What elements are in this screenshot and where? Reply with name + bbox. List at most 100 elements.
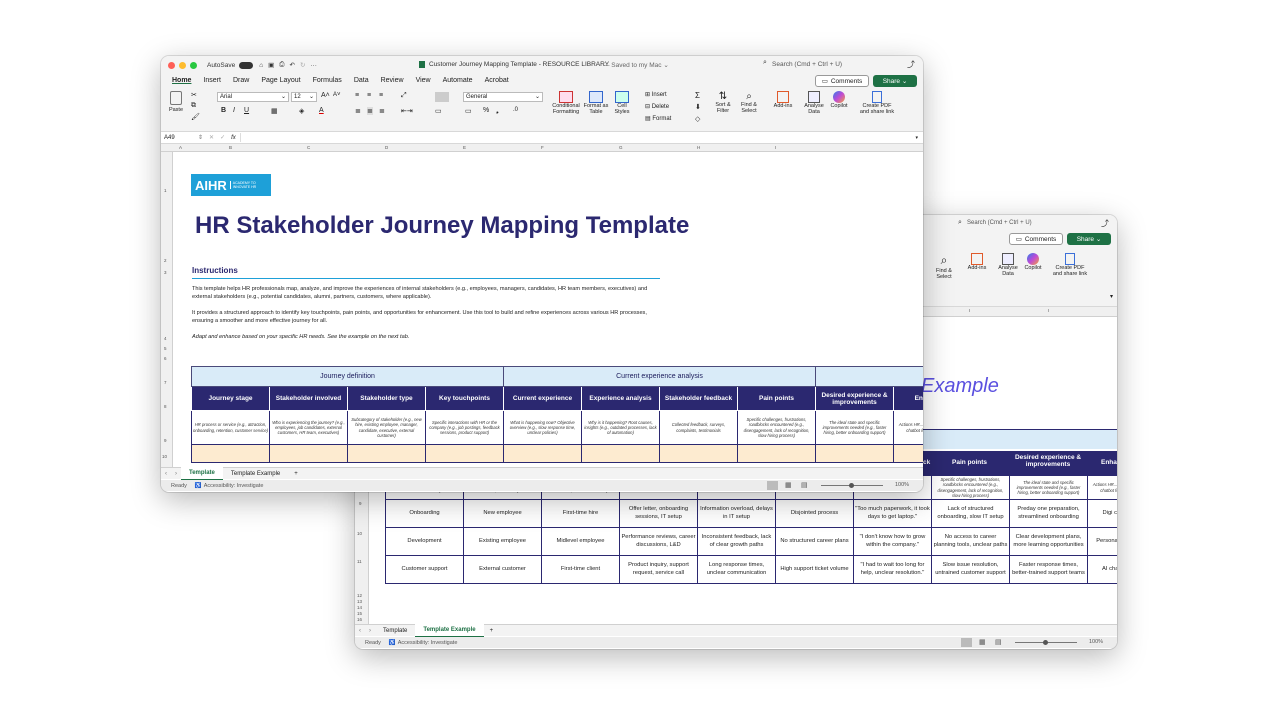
table-cell[interactable] [736, 444, 817, 463]
col-f[interactable]: F [541, 145, 544, 150]
col-g[interactable]: G [619, 145, 623, 150]
table-cell[interactable]: No structured career plans [775, 527, 854, 556]
prev-sheet-icon[interactable]: ‹ [355, 628, 365, 634]
col-e[interactable]: E [463, 145, 466, 150]
insert-cells-button[interactable]: ⊞ Insert [645, 91, 667, 98]
underline-icon[interactable]: U [244, 107, 249, 114]
table-cell[interactable]: "I don't know how to grow within the com… [853, 527, 932, 556]
merge-icon[interactable]: ▭ [435, 107, 442, 115]
table-cell[interactable]: Product inquiry, support request, servic… [619, 555, 698, 584]
table-cell[interactable] [347, 444, 426, 463]
bold-icon[interactable]: B [221, 107, 226, 114]
table-cell[interactable]: Development [385, 527, 464, 556]
align-top-icon[interactable]: ≡ [355, 92, 359, 99]
format-painter-icon[interactable]: 🖌 [191, 113, 200, 121]
table-cell[interactable] [893, 444, 923, 463]
table-cell[interactable]: Slow issue resolution, untrained custome… [931, 555, 1010, 584]
saved-status[interactable]: — Saved to my Mac ⌄ [603, 61, 669, 69]
align-left-icon[interactable]: ≣ [355, 107, 361, 115]
format-cells-button[interactable]: ▤ Format [645, 115, 671, 122]
table-cell[interactable]: AI chat sup [1087, 555, 1117, 584]
tab-template-example[interactable]: Template Example [223, 468, 288, 480]
tab-automate[interactable]: Automate [437, 74, 479, 88]
table-cell[interactable] [425, 444, 504, 463]
table-cell[interactable]: Personal mento [1087, 527, 1117, 556]
tab-template[interactable]: Template [375, 625, 415, 637]
format-as-table-button[interactable]: Format as Table [583, 91, 609, 115]
table-cell[interactable]: Performance reviews, career discussions,… [619, 527, 698, 556]
font-name-select[interactable]: Arial ⌄ [217, 92, 289, 102]
table-cell[interactable]: Information overload, delays in IT setup [697, 499, 776, 528]
col-h[interactable]: H [697, 145, 700, 150]
cancel-icon[interactable]: ✕ [209, 134, 214, 141]
search-box[interactable]: Search (Cmd + Ctrl + U) [967, 220, 1032, 226]
comments-button[interactable]: ▭ Comments [1009, 233, 1063, 245]
table-cell[interactable] [581, 444, 660, 463]
col-c[interactable]: C [307, 145, 310, 150]
add-sheet-button[interactable]: + [484, 628, 500, 634]
align-bottom-icon[interactable]: ≡ [379, 92, 383, 99]
addins-button[interactable]: Add-ins [769, 91, 797, 109]
conditional-formatting-button[interactable]: Conditional Formatting [551, 91, 581, 115]
enter-icon[interactable]: ✓ [220, 134, 225, 141]
fill-down-icon[interactable]: ⬇ [695, 103, 701, 111]
normal-view-icon[interactable] [767, 481, 778, 490]
table-cell[interactable]: Preday one preparation, streamlined onbo… [1009, 499, 1088, 528]
number-format-select[interactable]: General ⌄ [463, 92, 543, 102]
table-cell[interactable]: Offer letter, onboarding sessions, IT se… [619, 499, 698, 528]
align-middle-icon[interactable]: ≡ [367, 92, 371, 99]
table-cell[interactable] [269, 444, 348, 463]
next-sheet-icon[interactable]: › [365, 628, 375, 634]
currency-icon[interactable]: ▭ [465, 107, 472, 115]
cut-icon[interactable]: ✂ [191, 91, 197, 99]
autosave-toggle[interactable] [239, 61, 254, 69]
table-cell[interactable]: Inconsistent feedback, lack of clear gro… [697, 527, 776, 556]
undo-icon[interactable]: ↶ [289, 61, 294, 69]
page-break-icon[interactable]: ▤ [995, 638, 1002, 646]
formula-input[interactable] [239, 133, 916, 142]
tab-draw[interactable]: Draw [227, 74, 255, 88]
copy-icon[interactable]: ⧉ [191, 102, 196, 110]
align-center-icon[interactable]: ≣ [367, 107, 373, 115]
find-select-button[interactable]: ⌕ Find & Select [737, 91, 761, 114]
percent-icon[interactable]: % [483, 107, 489, 114]
col-a[interactable]: A [179, 145, 182, 150]
table-cell[interactable]: New employee [463, 499, 542, 528]
tab-template[interactable]: Template [181, 466, 223, 481]
table-cell[interactable]: "Too much paperwork, it took days to get… [853, 499, 932, 528]
share-button[interactable]: Share ⌄ [1067, 233, 1111, 245]
tab-template-example[interactable]: Template Example [415, 623, 484, 638]
table-cell[interactable]: External customer [463, 555, 542, 584]
fx-icon[interactable]: fx [231, 135, 236, 141]
copilot-button[interactable]: Copilot [828, 91, 850, 109]
grow-font-icon[interactable]: A˄ [321, 92, 330, 99]
fill-color-icon[interactable]: ◈ [299, 107, 304, 115]
table-cell[interactable] [815, 444, 895, 463]
comma-icon[interactable]: ❟ [496, 107, 499, 115]
prev-sheet-icon[interactable]: ‹ [161, 471, 171, 477]
table-cell[interactable] [503, 444, 582, 463]
shrink-font-icon[interactable]: A˅ [333, 92, 341, 98]
name-box[interactable]: A49 [164, 135, 194, 141]
decimal-icon[interactable]: .0 [513, 107, 518, 113]
table-cell[interactable]: Digi checkl [1087, 499, 1117, 528]
table-cell[interactable]: Customer support [385, 555, 464, 584]
maximize-icon[interactable] [190, 61, 197, 69]
align-right-icon[interactable]: ≣ [379, 107, 385, 115]
table-cell[interactable]: "I had to wait too long for help, unclea… [853, 555, 932, 584]
tab-formulas[interactable]: Formulas [307, 74, 348, 88]
share-button[interactable]: Share ⌄ [873, 75, 917, 87]
save-icon[interactable]: ▣ [268, 61, 274, 69]
close-icon[interactable] [168, 61, 175, 69]
add-sheet-button[interactable]: + [288, 471, 304, 477]
italic-icon[interactable]: I [233, 107, 235, 114]
page-layout-icon[interactable]: ▦ [785, 481, 792, 489]
sort-filter-button[interactable]: ⇅ Sort & Filter [711, 91, 735, 114]
ribbon-collapse-icon[interactable]: ▾ [1110, 293, 1113, 300]
analyse-data-button[interactable]: Analyse Data [801, 91, 827, 115]
table-cell[interactable]: First-time hire [541, 499, 620, 528]
analyse-data-button[interactable]: Analyse Data [995, 253, 1021, 277]
tab-data[interactable]: Data [348, 74, 375, 88]
search-box[interactable]: Search (Cmd + Ctrl + U) [772, 61, 842, 68]
print-icon[interactable]: ⎙ [279, 61, 284, 69]
